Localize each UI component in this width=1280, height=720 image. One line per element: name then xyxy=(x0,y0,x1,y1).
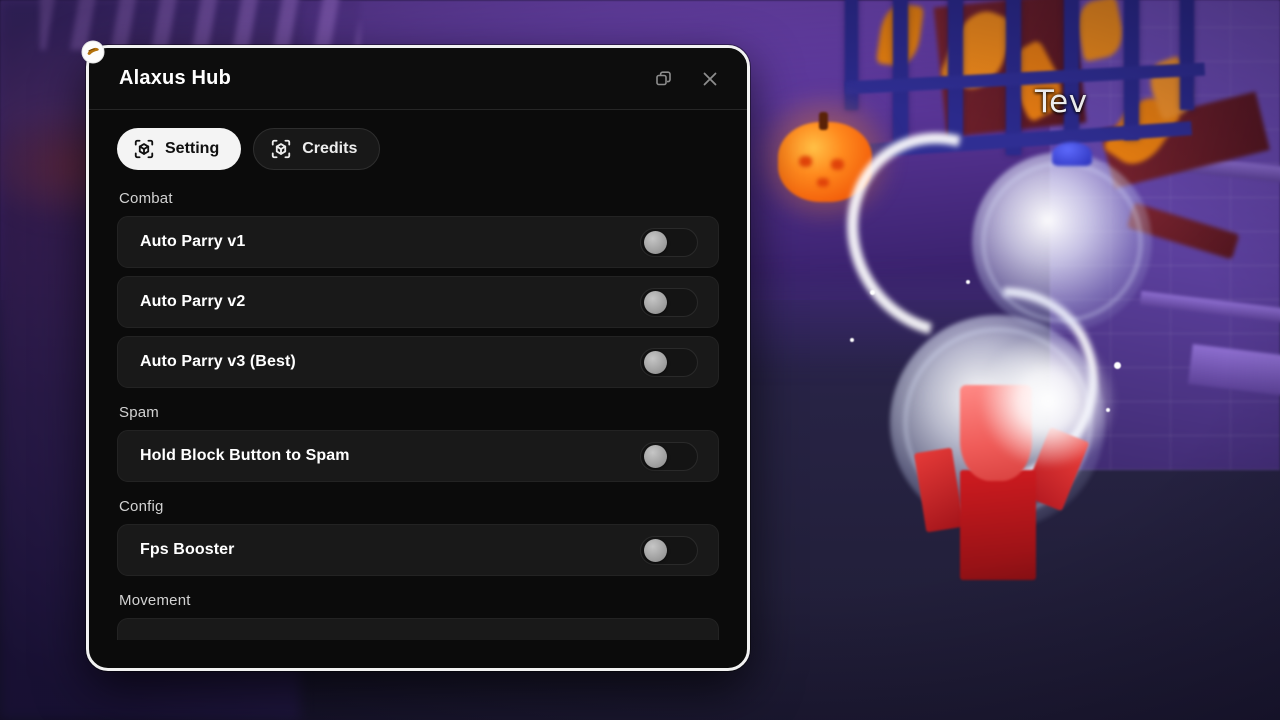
tab-setting[interactable]: Setting xyxy=(117,128,242,170)
option-row-auto-parry-v1[interactable]: Auto Parry v1 xyxy=(117,216,719,268)
option-row-hold-block-to-spam[interactable]: Hold Block Button to Spam xyxy=(117,430,719,482)
option-label: Auto Parry v2 xyxy=(140,293,246,310)
toggle-knob xyxy=(644,291,667,314)
option-row-auto-parry-v3[interactable]: Auto Parry v3 (Best) xyxy=(117,336,719,388)
tab-bar: Setting Credits xyxy=(117,110,719,176)
section-header-combat: Combat xyxy=(119,190,173,207)
restore-icon xyxy=(656,71,671,86)
sparkle-particle xyxy=(1106,408,1110,412)
character-torso xyxy=(960,470,1036,580)
toggle-knob xyxy=(644,231,667,254)
tab-setting-label: Setting xyxy=(165,140,220,157)
section-header-spam: Spam xyxy=(119,404,159,421)
window-title: Alaxus Hub xyxy=(119,67,232,89)
option-label: Hold Block Button to Spam xyxy=(140,447,350,464)
fence-bar xyxy=(948,0,963,140)
pumpkin-eye-left xyxy=(799,156,812,167)
toggle-fps-booster[interactable] xyxy=(640,535,698,565)
character-hat xyxy=(1052,142,1092,166)
toggle-auto-parry-v3[interactable] xyxy=(640,347,698,377)
close-window-button[interactable] xyxy=(695,64,725,94)
background-ceiling-lights xyxy=(40,0,360,50)
alaxus-hub-window[interactable]: Alaxus Hub Setting Credits Combat Auto P… xyxy=(86,45,750,671)
window-controls xyxy=(649,48,725,110)
pumpkin-mouth xyxy=(817,178,829,187)
close-icon xyxy=(703,72,717,86)
character-glow-core xyxy=(978,336,1118,466)
energy-orb-ring xyxy=(982,162,1142,322)
option-row-fps-booster[interactable]: Fps Booster xyxy=(117,524,719,576)
toggle-auto-parry-v2[interactable] xyxy=(640,287,698,317)
option-row-movement-clipped[interactable] xyxy=(117,618,719,640)
tab-credits[interactable]: Credits xyxy=(253,128,381,170)
sparkle-particle xyxy=(870,290,875,295)
window-title-bar[interactable]: Alaxus Hub xyxy=(89,48,747,110)
sparkle-particle xyxy=(850,338,854,342)
restore-window-button[interactable] xyxy=(649,64,679,94)
sparkle-particle xyxy=(1114,362,1121,369)
option-row-auto-parry-v2[interactable]: Auto Parry v2 xyxy=(117,276,719,328)
sparkle-particle xyxy=(966,280,970,284)
player-character xyxy=(808,95,1160,610)
scan-cube-icon xyxy=(133,138,155,160)
toggle-auto-parry-v1[interactable] xyxy=(640,227,698,257)
section-header-movement: Movement xyxy=(119,592,191,609)
window-content: Setting Credits Combat Auto Parry v1 Aut… xyxy=(89,110,747,668)
option-label: Auto Parry v1 xyxy=(140,233,246,250)
toggle-hold-block-to-spam[interactable] xyxy=(640,441,698,471)
toggle-knob xyxy=(644,445,667,468)
tab-credits-label: Credits xyxy=(302,140,358,157)
section-header-config: Config xyxy=(119,498,164,515)
pumpkin-eye-right xyxy=(831,159,844,170)
option-label: Auto Parry v3 (Best) xyxy=(140,353,296,370)
player-nameplate: Tev xyxy=(1035,84,1088,120)
fence-bar xyxy=(1180,0,1194,110)
scan-cube-icon xyxy=(270,138,292,160)
toggle-knob xyxy=(644,351,667,374)
pumpkin-stem xyxy=(819,112,828,130)
toggle-knob xyxy=(644,539,667,562)
option-label: Fps Booster xyxy=(140,541,235,558)
